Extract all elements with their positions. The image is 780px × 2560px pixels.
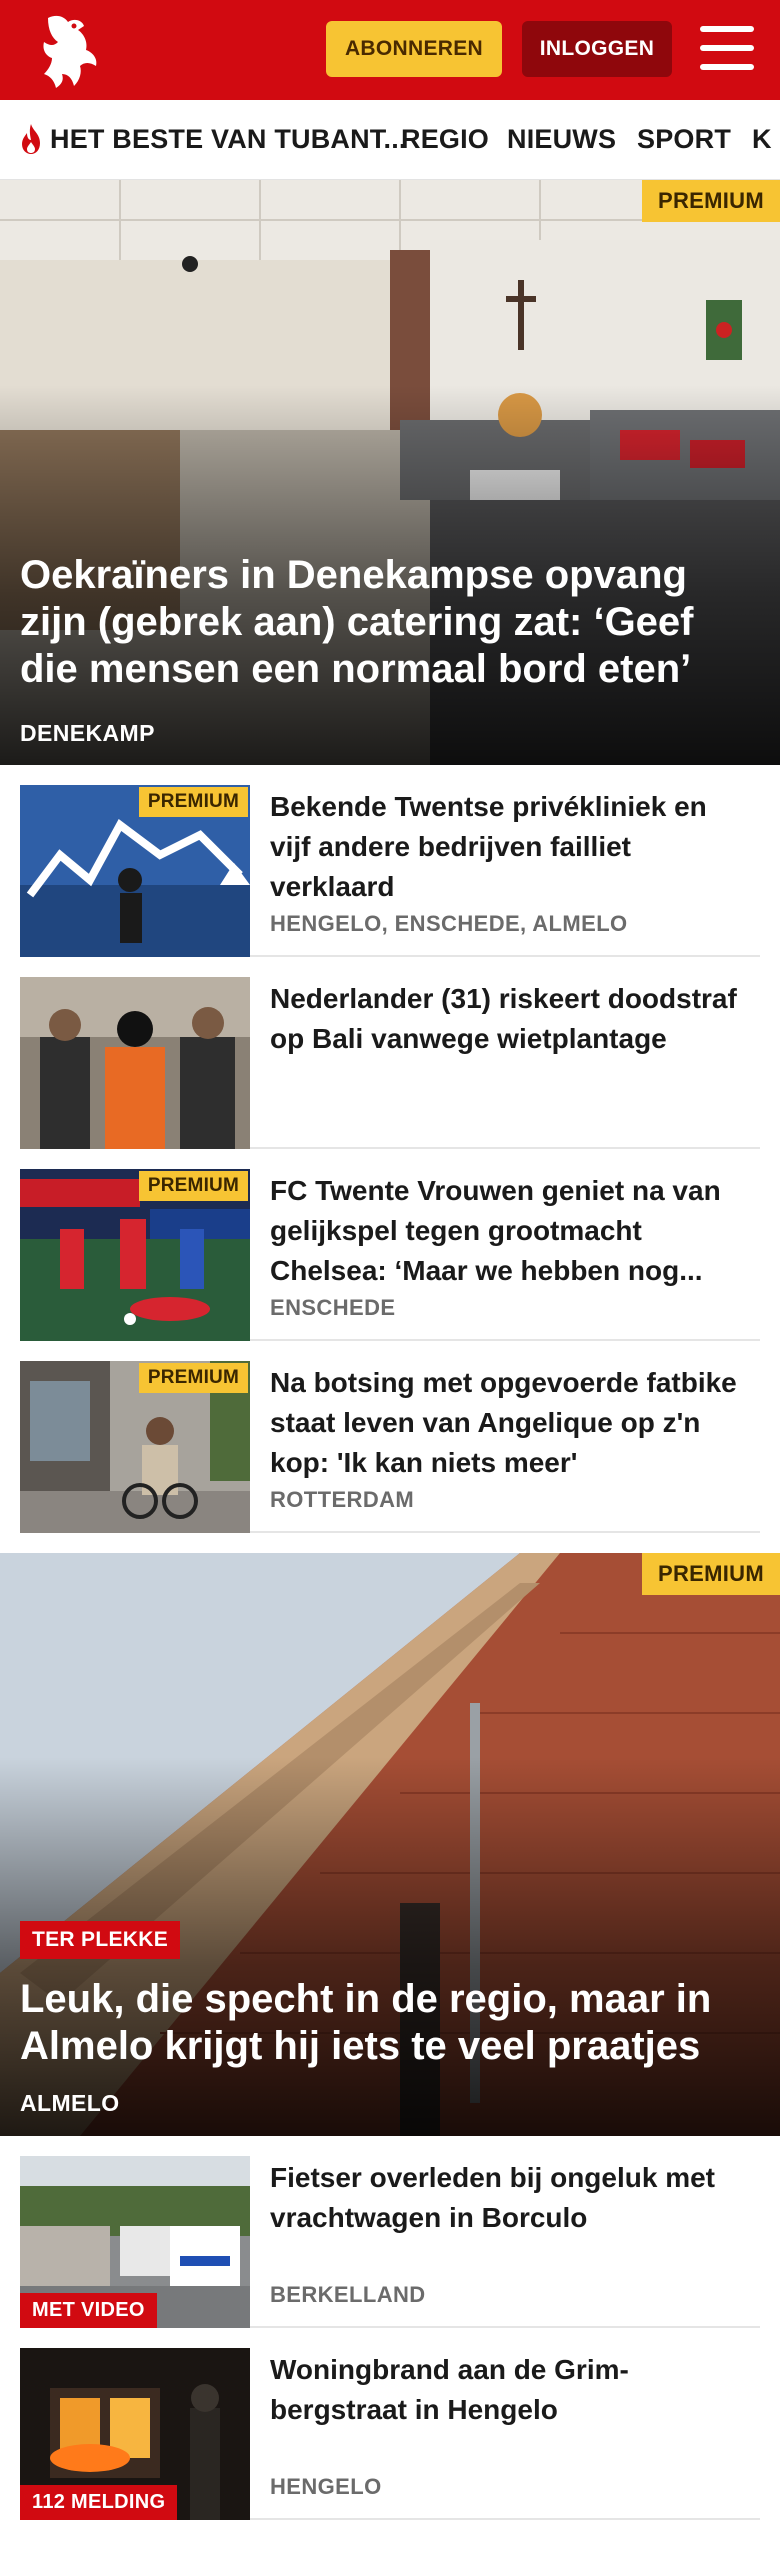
tubantia-horse-logo[interactable] (34, 12, 106, 90)
article-thumbnail: PREMIUM (20, 1169, 250, 1341)
article-title[interactable]: FC Twente Vrouwen geniet na van gelijksp… (270, 1171, 750, 1291)
article-thumbnail: PREMIUM (20, 785, 250, 957)
nav-item-sport[interactable]: SPORT (637, 100, 731, 178)
premium-badge: PREMIUM (138, 1171, 248, 1201)
hero-location: DENEKAMP (20, 720, 155, 746)
article-location: HENGELO (270, 2474, 382, 2499)
ter-plekke-label: TER PLEKKE (20, 1921, 181, 1959)
nav-item-k[interactable]: K (752, 100, 772, 178)
article-location: ENSCHEDE (270, 1295, 396, 1320)
nav-item-het-beste[interactable]: HET BESTE VAN TUBANT... (16, 100, 407, 178)
premium-badge: PREMIUM (642, 180, 780, 222)
112-melding-badge: 112 MELDING (20, 2485, 178, 2520)
article-title[interactable]: Fietser overleden bij ongeluk met vracht… (270, 2158, 750, 2238)
video-badge: MET VIDEO (20, 2293, 157, 2328)
hero-article[interactable]: PREMIUM TER PLEKKE Leuk, die specht in d… (0, 1553, 780, 2136)
premium-badge: PREMIUM (138, 787, 248, 817)
article-location: HENGELO, ENSCHEDE, ALMELO (270, 911, 628, 936)
hero-location: ALMELO (20, 2090, 120, 2116)
article-row[interactable]: PREMIUM Na botsing met opgevoerde fatbik… (20, 1341, 760, 1533)
subscribe-button[interactable]: ABONNEREN (326, 21, 502, 77)
premium-badge: PREMIUM (138, 1363, 248, 1393)
menu-icon[interactable] (700, 24, 754, 72)
article-row[interactable]: PREMIUM FC Twente Vrouwen geniet na van … (20, 1149, 760, 1341)
article-title[interactable]: Bekende Twentse privékliniek en vijf and… (270, 787, 750, 907)
article-thumbnail: MET VIDEO (20, 2156, 250, 2328)
article-thumbnail: PREMIUM (20, 1361, 250, 1533)
nav-item-nieuws[interactable]: NIEUWS (507, 100, 616, 178)
hero-headline[interactable]: Oekraïners in Denekampse opvang zijn (ge… (20, 552, 750, 693)
article-row[interactable]: MET VIDEO Fietser overleden bij ongeluk … (20, 2136, 760, 2328)
premium-badge: PREMIUM (642, 1553, 780, 1595)
top-bar: ABONNEREN INLOGGEN (0, 0, 780, 100)
login-button[interactable]: INLOGGEN (522, 21, 672, 77)
article-row[interactable]: Nederlander (31) riskeert doodstraf op B… (20, 957, 760, 1149)
hero-article[interactable]: PREMIUM Oekraïners in Denekampse opvang … (0, 180, 780, 765)
article-thumbnail: 112 MELDING (20, 2348, 250, 2520)
article-row[interactable]: 112 MELDING Woningbrand aan de Grim­berg… (20, 2328, 760, 2520)
article-title[interactable]: Nederlander (31) riskeert doodstraf op B… (270, 979, 750, 1059)
nav-item-regio[interactable]: REGIO (401, 100, 489, 178)
section-nav: HET BESTE VAN TUBANT... REGIO NIEUWS SPO… (0, 100, 780, 180)
article-title[interactable]: Na botsing met opgevoerde fatbike staat … (270, 1363, 750, 1483)
nav-item-label: HET BESTE VAN TUBANT... (50, 123, 407, 154)
article-location: BERKELLAND (270, 2282, 426, 2307)
article-title[interactable]: Woningbrand aan de Grim­bergstraat in He… (270, 2350, 750, 2430)
article-location: ROTTERDAM (270, 1487, 415, 1512)
article-row[interactable]: PREMIUM Bekende Twentse privékliniek en … (20, 765, 760, 957)
hero-headline[interactable]: Leuk, die specht in de regio, maar in Al… (20, 1976, 750, 2070)
flame-icon (22, 124, 40, 154)
article-thumbnail (20, 977, 250, 1149)
